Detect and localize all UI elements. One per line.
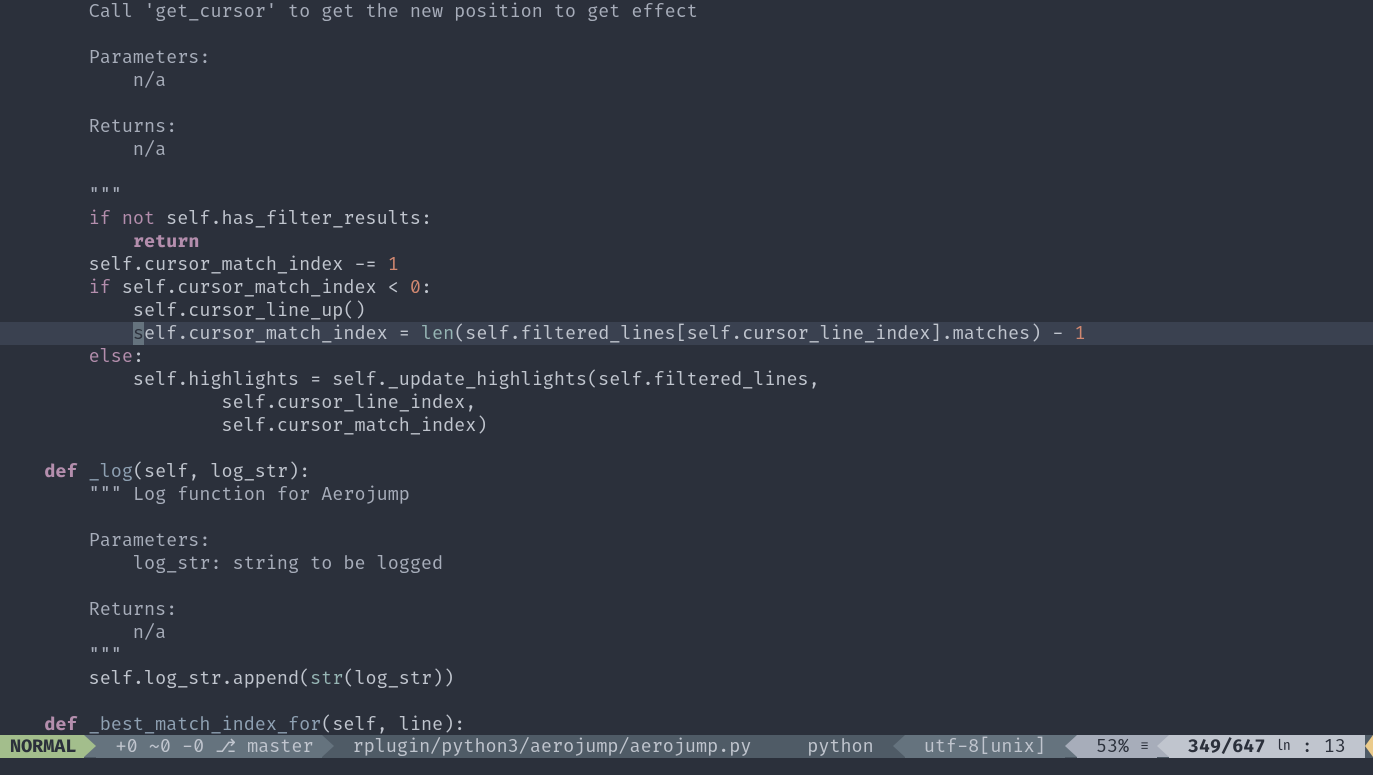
code-line: def _best_match_index_for(self, line): [0, 713, 1373, 735]
code-line: """ [0, 644, 1373, 667]
code-line: if self.cursor_match_index < 0: [0, 276, 1373, 299]
status-line: NORMAL +0 ~0 -0 ⎇ master rplugin/python3… [0, 735, 1373, 758]
code-line [0, 23, 1373, 46]
code-line: n/a [0, 69, 1373, 92]
cursor: s [133, 322, 144, 345]
code-line: Returns: [0, 115, 1373, 138]
git-segment: +0 ~0 -0 ⎇ master [96, 735, 321, 758]
code-line: self.cursor_line_index, [0, 391, 1373, 414]
code-line: def _log(self, log_str): [0, 460, 1373, 483]
code-line: self.log_str.append(str(log_str)) [0, 667, 1373, 690]
code-line: n/a [0, 621, 1373, 644]
statusline-spacer [759, 735, 799, 758]
code-line: Parameters: [0, 529, 1373, 552]
code-line: Returns: [0, 598, 1373, 621]
code-line: self.highlights = self._update_highlight… [0, 368, 1373, 391]
percent-icon: ☰ [1140, 735, 1149, 758]
code-line [0, 437, 1373, 460]
trailing-separator-icon [1365, 735, 1373, 757]
code-line: Call 'get_cursor' to get the new positio… [0, 0, 1373, 23]
code-line: n/a [0, 138, 1373, 161]
encoding-segment: utf-8[unix] [905, 735, 1065, 758]
code-line: """ Log function for Aerojump [0, 483, 1373, 506]
percent-segment: 53% ☰ [1077, 735, 1157, 758]
branch-icon: ⎇ [215, 735, 236, 758]
separator-icon [322, 735, 334, 757]
code-line: if not self.has_filter_results: [0, 207, 1373, 230]
filetype-segment: python [799, 735, 893, 758]
code-line: else: [0, 345, 1373, 368]
separator-icon [893, 735, 905, 757]
code-line: self.cursor_match_index -= 1 [0, 253, 1373, 276]
code-line: return [0, 230, 1373, 253]
position-segment: 349/647 ㏑ : 13 [1169, 735, 1365, 758]
code-line [0, 161, 1373, 184]
separator-icon [1157, 735, 1169, 757]
separator-icon [84, 735, 96, 757]
code-line [0, 92, 1373, 115]
code-line: log_str: string to be logged [0, 552, 1373, 575]
linenr-icon: ㏑ [1277, 735, 1291, 758]
code-line: self.cursor_line_up() [0, 299, 1373, 322]
code-line: """ [0, 184, 1373, 207]
separator-icon [1065, 735, 1077, 757]
code-line: self.cursor_match_index) [0, 414, 1373, 437]
cursor-line: self.cursor_match_index = len(self.filte… [0, 322, 1373, 345]
code-line: Parameters: [0, 46, 1373, 69]
file-path: rplugin/python3/aerojump/aerojump.py [334, 735, 760, 758]
code-line [0, 575, 1373, 598]
code-line [0, 690, 1373, 713]
code-line [0, 506, 1373, 529]
code-editor[interactable]: Call 'get_cursor' to get the new positio… [0, 0, 1373, 735]
mode-indicator: NORMAL [0, 735, 84, 758]
